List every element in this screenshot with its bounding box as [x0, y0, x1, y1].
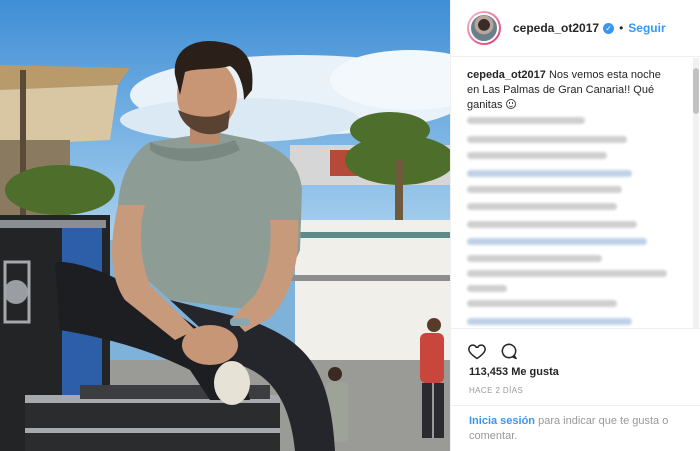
smile-emoji-icon: [505, 99, 516, 109]
photo-image: [0, 0, 450, 451]
blurred-comment: [467, 318, 632, 325]
separator-dot: •: [619, 21, 624, 35]
blurred-comment: [467, 221, 637, 228]
post-sidebar: cepeda_ot2017 ✓ • Seguir cepeda_ot2017 N…: [450, 0, 700, 451]
comments-scrollbar[interactable]: [693, 58, 699, 328]
verified-badge-icon: ✓: [603, 22, 615, 34]
blurred-comment: [467, 238, 647, 245]
blurred-comment: [467, 270, 667, 277]
scrollbar-thumb[interactable]: [693, 68, 699, 114]
username-link[interactable]: cepeda_ot2017: [513, 21, 599, 35]
blurred-comment: [467, 203, 617, 210]
avatar[interactable]: [467, 11, 501, 45]
like-count[interactable]: 113,453 Me gusta: [469, 366, 559, 378]
follow-button[interactable]: Seguir: [628, 21, 665, 35]
blurred-comment: [467, 117, 585, 124]
blurred-comment: [467, 255, 602, 262]
heart-icon[interactable]: [467, 341, 487, 361]
post-caption: cepeda_ot2017 Nos vemos esta noche en La…: [467, 68, 672, 113]
blurred-comment: [467, 285, 507, 292]
comment-icon[interactable]: [499, 341, 519, 361]
blurred-comment: [467, 186, 622, 193]
post-actions: 113,453 Me gusta HACE 2 DÍAS Inicia sesi…: [451, 328, 700, 448]
login-prompt: Inicia sesión para indicar que te gusta …: [451, 405, 700, 444]
blurred-comment: [467, 170, 632, 177]
blurred-comment: [467, 152, 607, 159]
post-timestamp: HACE 2 DÍAS: [469, 386, 524, 395]
blurred-comment: [467, 300, 617, 307]
post-photo[interactable]: [0, 0, 450, 451]
caption-username[interactable]: cepeda_ot2017: [467, 69, 546, 81]
blurred-comment: [467, 136, 627, 143]
login-link[interactable]: Inicia sesión: [469, 415, 535, 427]
post-header: cepeda_ot2017 ✓ • Seguir: [451, 0, 700, 57]
action-icons: [467, 341, 519, 361]
